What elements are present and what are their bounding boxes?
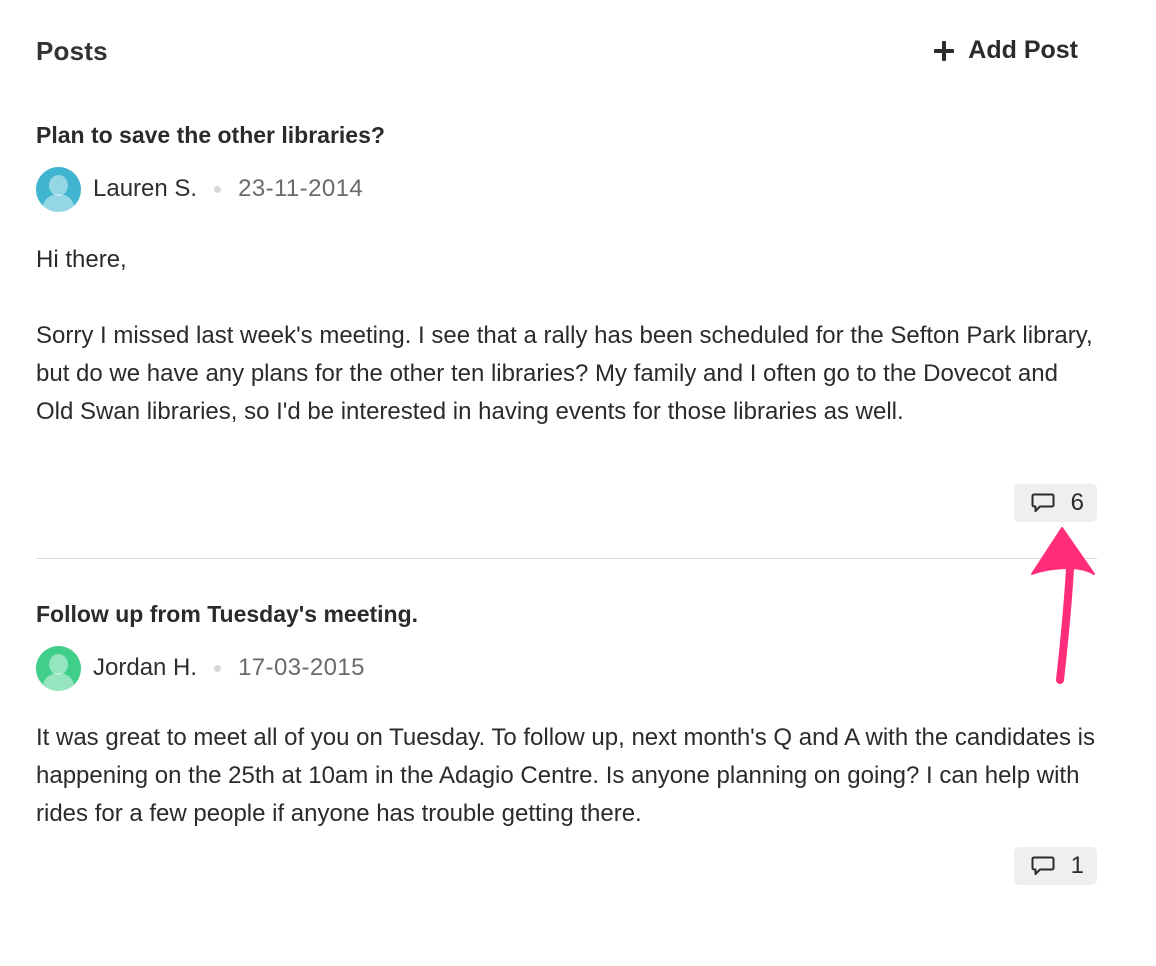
post-title[interactable]: Plan to save the other libraries? [36,122,385,149]
post-title[interactable]: Follow up from Tuesday's meeting. [36,601,418,628]
post-divider [36,558,1097,559]
post-body-paragraph: Hi there, [36,246,127,273]
post-meta: Lauren S. 23-11-2014 [36,166,363,212]
avatar[interactable] [36,645,81,691]
author-name[interactable]: Jordan H. [93,654,197,682]
avatar-body-icon [43,193,74,212]
avatar-head-icon [49,174,68,196]
post-body: Hi there, Sorry I missed last week's mee… [36,241,1097,431]
separator-dot [214,185,222,193]
comment-count: 6 [1070,489,1084,516]
comment-count-button[interactable]: 1 [1013,847,1097,885]
post-date: 23-11-2014 [238,175,364,202]
post-body-paragraph: Sorry I missed last week's meeting. I se… [36,322,1093,425]
author-name[interactable]: Lauren S. [93,175,197,203]
comment-count: 1 [1070,852,1084,879]
comment-icon [1031,856,1055,875]
annotation-arrow-icon [1031,527,1095,684]
plus-icon [934,40,955,61]
avatar[interactable] [36,166,81,212]
avatar-body-icon [43,672,74,691]
separator-dot [214,664,222,672]
post-body-paragraph: It was great to meet all of you on Tuesd… [36,724,1095,827]
add-post-button[interactable]: Add Post [934,36,1078,65]
posts-header: Posts Add Post [36,34,1096,74]
post-body: It was great to meet all of you on Tuesd… [36,719,1097,833]
comment-count-button[interactable]: 6 [1013,484,1097,522]
avatar-head-icon [49,653,68,675]
comment-icon [1031,493,1055,512]
post-meta: Jordan H. 17-03-2015 [36,645,365,691]
add-post-label: Add Post [968,36,1078,64]
post-date: 17-03-2015 [238,654,365,681]
page-title: Posts [36,36,108,66]
